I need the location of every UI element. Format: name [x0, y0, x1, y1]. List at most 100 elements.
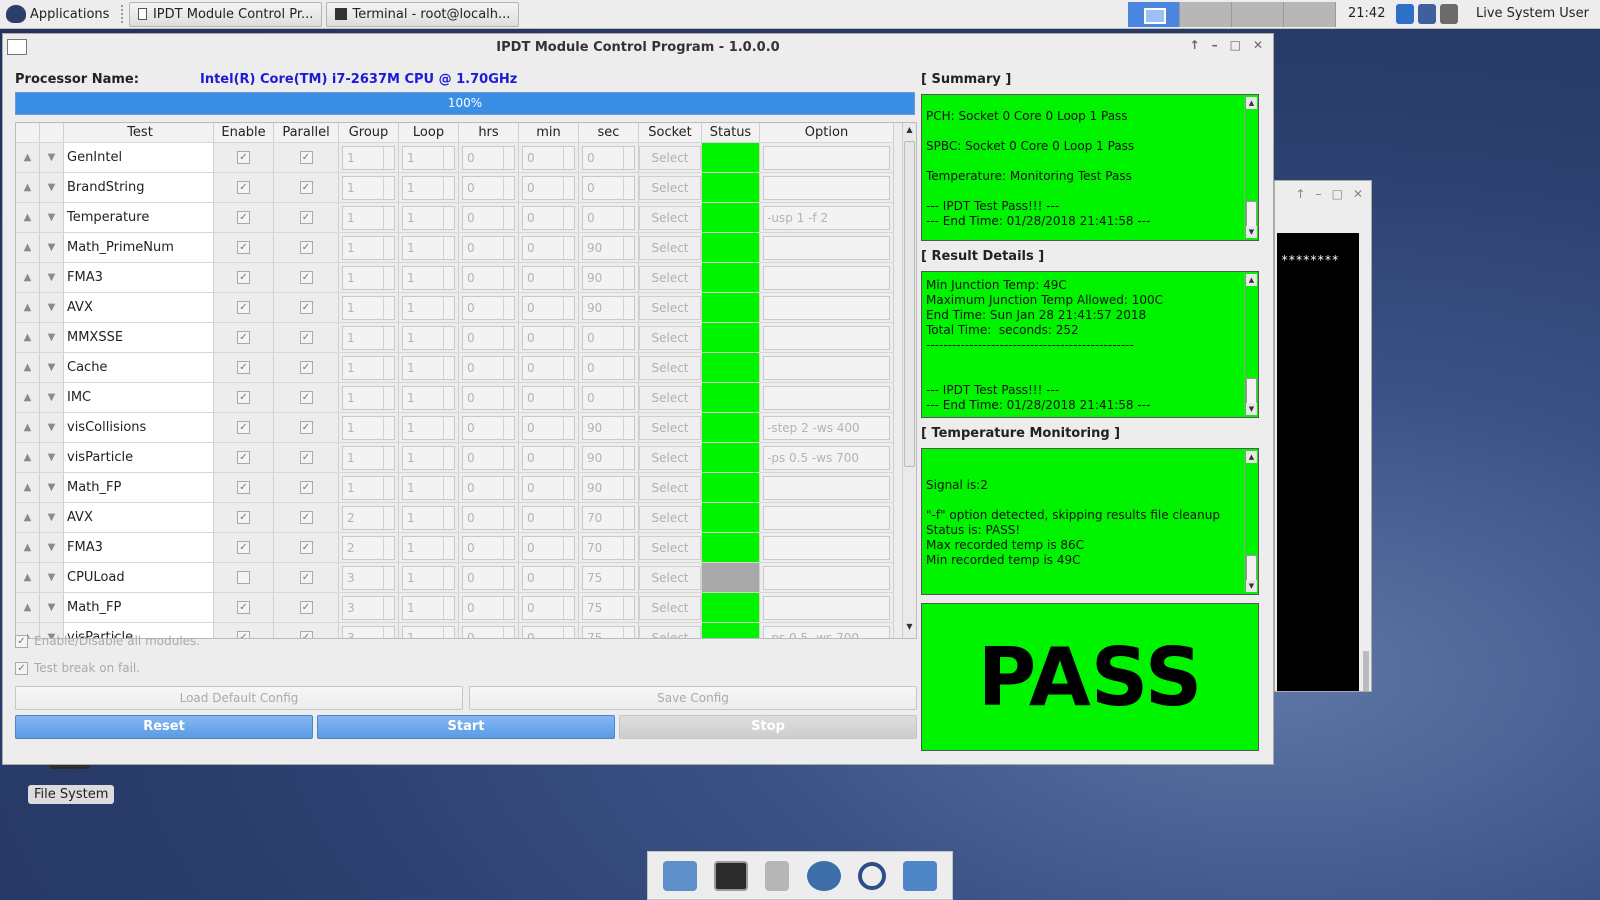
loop-spinbox[interactable]: 1: [402, 595, 455, 620]
min-spinbox[interactable]: 0: [522, 175, 575, 200]
option-field[interactable]: [763, 505, 890, 530]
parallel-checkbox[interactable]: ✓: [299, 421, 313, 434]
sec-spinbox[interactable]: 0: [582, 175, 635, 200]
socket-select-button[interactable]: Select: [639, 175, 701, 200]
enable-checkbox[interactable]: ✓: [237, 301, 250, 314]
enable-checkbox[interactable]: ✓: [237, 601, 250, 614]
move-down-icon[interactable]: ▼: [40, 443, 64, 472]
parallel-checkbox[interactable]: ✓: [299, 511, 313, 524]
folder-icon[interactable]: [903, 860, 938, 891]
sec-spinbox[interactable]: 75: [582, 565, 635, 590]
hrs-spinbox[interactable]: 0: [462, 625, 515, 638]
enable-checkbox[interactable]: ✓: [237, 511, 250, 524]
enable-checkbox[interactable]: ✓: [237, 631, 250, 638]
terminal-window[interactable]: ↑ – □ ✕ ********: [1274, 180, 1372, 692]
sec-spinbox[interactable]: 70: [582, 505, 635, 530]
hrs-spinbox[interactable]: 0: [462, 235, 515, 260]
parallel-checkbox[interactable]: ✓: [299, 241, 313, 254]
web-browser-icon[interactable]: [806, 860, 841, 891]
parallel-checkbox[interactable]: ✓: [299, 361, 313, 374]
hrs-spinbox[interactable]: 0: [462, 295, 515, 320]
group-spinbox[interactable]: 1: [342, 235, 395, 260]
socket-select-button[interactable]: Select: [639, 535, 701, 560]
hrs-spinbox[interactable]: 0: [462, 565, 515, 590]
hrs-spinbox[interactable]: 0: [462, 415, 515, 440]
load-default-config-button[interactable]: Load Default Config: [15, 686, 463, 710]
option-field[interactable]: [763, 235, 890, 260]
hrs-spinbox[interactable]: 0: [462, 175, 515, 200]
move-up-icon[interactable]: ▲: [16, 143, 40, 172]
sec-spinbox[interactable]: 90: [582, 415, 635, 440]
file-system-label[interactable]: File System: [28, 785, 115, 804]
workspace-3[interactable]: [1232, 2, 1284, 27]
sec-spinbox[interactable]: 0: [582, 355, 635, 380]
move-up-icon[interactable]: ▲: [16, 473, 40, 502]
terminal-app-icon[interactable]: [713, 860, 748, 891]
option-field[interactable]: -step 2 -ws 400: [763, 415, 890, 440]
loop-spinbox[interactable]: 1: [402, 235, 455, 260]
result-details-panel[interactable]: Min Junction Temp: 49C Maximum Junction T…: [921, 271, 1259, 418]
sec-spinbox[interactable]: 75: [582, 595, 635, 620]
group-spinbox[interactable]: 1: [342, 325, 395, 350]
socket-select-button[interactable]: Select: [639, 385, 701, 410]
option-field[interactable]: [763, 355, 890, 380]
summary-panel[interactable]: PCH: Socket 0 Core 0 Loop 1 Pass SPBC: So…: [921, 94, 1259, 241]
window-minimize-icon[interactable]: –: [1212, 38, 1218, 52]
enable-checkbox[interactable]: ✓: [237, 541, 250, 554]
option-field[interactable]: [763, 535, 890, 560]
option-field[interactable]: [763, 565, 890, 590]
loop-spinbox[interactable]: 1: [402, 415, 455, 440]
min-spinbox[interactable]: 0: [522, 355, 575, 380]
move-down-icon[interactable]: ▼: [40, 593, 64, 622]
result-scroll-up-icon[interactable]: ▲: [1246, 274, 1257, 286]
column-header[interactable]: Group: [339, 123, 399, 142]
file-cabinet-icon[interactable]: [765, 860, 790, 891]
option-field[interactable]: -usp 1 -f 2: [763, 205, 890, 230]
sec-spinbox[interactable]: 70: [582, 535, 635, 560]
hrs-spinbox[interactable]: 0: [462, 595, 515, 620]
socket-select-button[interactable]: Select: [639, 415, 701, 440]
socket-select-button[interactable]: Select: [639, 205, 701, 230]
sec-spinbox[interactable]: 0: [582, 145, 635, 170]
stop-button[interactable]: Stop: [619, 715, 917, 739]
socket-select-button[interactable]: Select: [639, 625, 701, 638]
enable-checkbox[interactable]: ✓: [237, 331, 250, 344]
min-spinbox[interactable]: 0: [522, 445, 575, 470]
parallel-checkbox[interactable]: ✓: [299, 601, 313, 614]
summary-scroll-thumb[interactable]: [1246, 201, 1257, 227]
file-manager-icon[interactable]: [662, 860, 697, 891]
option-field[interactable]: [763, 595, 890, 620]
group-spinbox[interactable]: 1: [342, 175, 395, 200]
group-spinbox[interactable]: 1: [342, 265, 395, 290]
user-menu[interactable]: Live System User: [1476, 6, 1589, 21]
scroll-up-icon[interactable]: ▲: [903, 125, 916, 139]
sec-spinbox[interactable]: 0: [582, 205, 635, 230]
column-header[interactable]: Loop: [399, 123, 459, 142]
option-field[interactable]: [763, 295, 890, 320]
loop-spinbox[interactable]: 1: [402, 505, 455, 530]
move-down-icon[interactable]: ▼: [40, 323, 64, 352]
table-scrollbar[interactable]: ▲ ▼: [902, 123, 916, 638]
hrs-spinbox[interactable]: 0: [462, 385, 515, 410]
column-header[interactable]: Status: [702, 123, 760, 142]
move-down-icon[interactable]: ▼: [40, 533, 64, 562]
enable-checkbox[interactable]: ✓: [237, 451, 250, 464]
hrs-spinbox[interactable]: 0: [462, 445, 515, 470]
parallel-checkbox[interactable]: ✓: [299, 151, 313, 164]
enable-checkbox[interactable]: ✓: [237, 391, 250, 404]
socket-select-button[interactable]: Select: [639, 445, 701, 470]
battery-icon[interactable]: [1440, 4, 1458, 24]
hrs-spinbox[interactable]: 0: [462, 535, 515, 560]
hrs-spinbox[interactable]: 0: [462, 475, 515, 500]
hrs-spinbox[interactable]: 0: [462, 355, 515, 380]
move-up-icon[interactable]: ▲: [16, 593, 40, 622]
group-spinbox[interactable]: 1: [342, 475, 395, 500]
min-spinbox[interactable]: 0: [522, 265, 575, 290]
move-up-icon[interactable]: ▲: [16, 503, 40, 532]
hrs-spinbox[interactable]: 0: [462, 205, 515, 230]
move-up-icon[interactable]: ▲: [16, 413, 40, 442]
column-header[interactable]: hrs: [459, 123, 519, 142]
column-header[interactable]: Test: [64, 123, 214, 142]
parallel-checkbox[interactable]: ✓: [299, 271, 313, 284]
loop-spinbox[interactable]: 1: [402, 385, 455, 410]
